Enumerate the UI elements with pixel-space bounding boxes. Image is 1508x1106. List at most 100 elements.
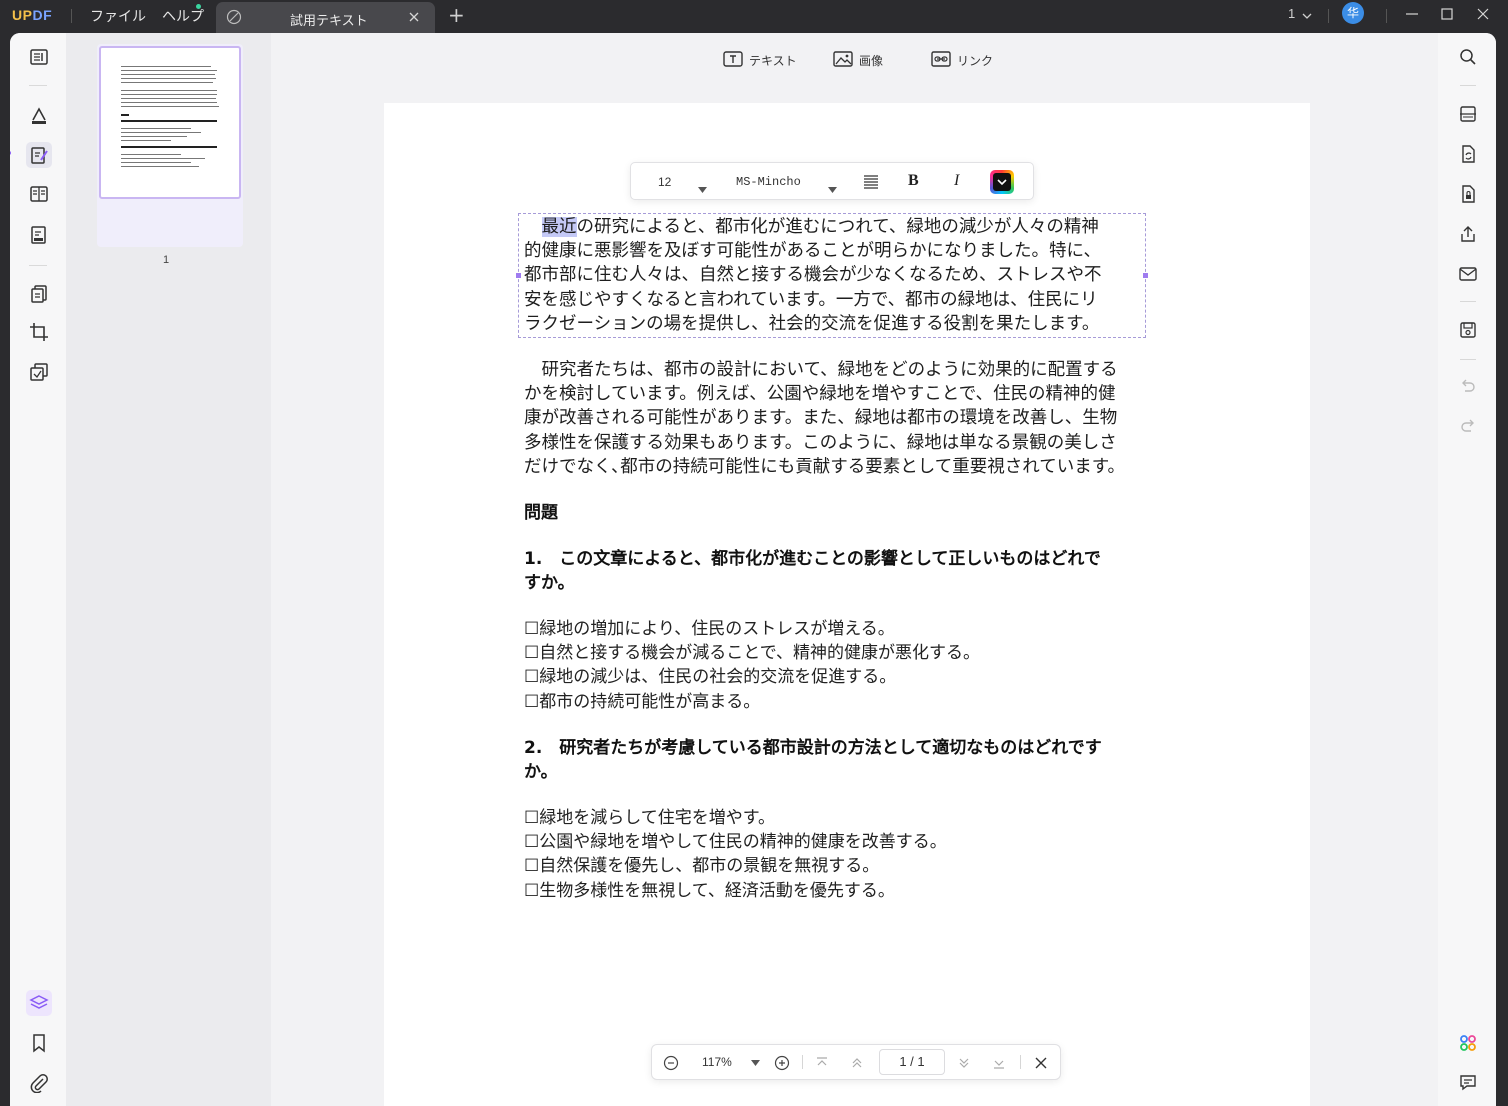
thumbnail-text-line [121, 158, 205, 159]
email-icon[interactable] [1457, 263, 1479, 285]
thumbnail-text-line [121, 94, 217, 95]
protect-icon[interactable] [26, 359, 52, 385]
title-divider [1328, 9, 1329, 23]
text-color-picker[interactable] [990, 170, 1014, 194]
thumbnail-text-line [121, 66, 211, 67]
rail-divider [1460, 85, 1476, 86]
image-tool-icon [833, 50, 853, 71]
font-family-select[interactable]: MS-Mincho [736, 175, 801, 189]
nav-divider [802, 1055, 803, 1069]
paragraph-line: 研究者たちは、都市の設計において、緑地をどのように効果的に配置する [524, 360, 1118, 380]
thumbnail-text-line [121, 70, 217, 71]
paragraph-line: だけでなく､都市の持続可能性にも貢献する要素として重要視されています。 [524, 456, 1125, 477]
add-image-button[interactable]: 画像 [833, 49, 883, 71]
page-navigation-bar: 117% 1 / 1 [651, 1044, 1061, 1080]
selected-text: 最近 [541, 217, 577, 237]
close-nav-icon[interactable] [1032, 1054, 1050, 1072]
fill-sign-icon[interactable] [26, 222, 52, 248]
menu-file[interactable]: ファイル [90, 6, 146, 26]
paragraph-line: 多様性を保護する効果もあります。このように、緑地は単なる景観の美しさ [524, 432, 1117, 453]
new-tab-button[interactable]: + [448, 5, 465, 25]
ai-assistant-icon[interactable] [1457, 1032, 1479, 1054]
thumbnail-text-line [121, 90, 217, 91]
next-page-icon[interactable] [955, 1054, 973, 1072]
search-icon[interactable] [1457, 46, 1479, 68]
font-size-select[interactable]: 12 [658, 175, 671, 189]
close-window-icon[interactable] [1473, 5, 1493, 23]
right-tool-rail [1438, 33, 1496, 1106]
share-icon[interactable] [1457, 223, 1479, 245]
add-text-button[interactable]: テキスト [723, 49, 797, 71]
paragraph-line: 的健康に悪影響を及ぼす可能性があることが明らかになりました。特に、 [524, 241, 1101, 262]
menu-help[interactable]: ヘルプ [162, 6, 204, 26]
page-number-input[interactable]: 1 / 1 [879, 1049, 945, 1075]
tab-close-icon[interactable] [406, 9, 422, 25]
first-page-icon[interactable] [813, 1054, 831, 1072]
italic-button[interactable]: I [954, 172, 959, 190]
protect-pdf-icon[interactable] [1457, 183, 1479, 205]
last-page-icon[interactable] [990, 1054, 1008, 1072]
thumbnail-page-number: 1 [163, 254, 170, 266]
font-family-dropdown-icon[interactable] [828, 178, 837, 197]
page-layout-icon[interactable] [26, 181, 52, 207]
thumbnail-text-line [121, 78, 216, 79]
crop-icon[interactable] [26, 319, 52, 345]
layers-icon[interactable] [26, 990, 52, 1016]
left-tool-rail [10, 33, 66, 1106]
comment-tool-icon[interactable] [26, 103, 52, 129]
bold-button[interactable]: B [908, 172, 919, 190]
rail-divider [29, 265, 47, 266]
thumbnail-text-line [121, 82, 213, 83]
maximize-icon[interactable] [1437, 5, 1457, 23]
resize-handle-right[interactable] [1143, 273, 1148, 278]
convert-pdf-icon[interactable] [1457, 143, 1479, 165]
title-bar: UPDF ファイル ヘルプ 試用テキスト + 1 华 [0, 0, 1508, 33]
zoom-dropdown-icon[interactable] [746, 1054, 764, 1072]
font-size-dropdown-icon[interactable] [698, 178, 707, 197]
text-align-icon[interactable] [863, 174, 879, 193]
paragraph-line: 最近の研究によると、都市化が進むにつれて、緑地の減少が人々の精神 [524, 215, 1102, 239]
image-tool-label: 画像 [859, 53, 884, 68]
comments-icon[interactable] [1457, 1071, 1479, 1093]
edit-pdf-icon[interactable] [26, 142, 52, 168]
redo-icon[interactable] [1457, 416, 1479, 438]
question-2[interactable]: 2. 研究者たちが考慮している都市設計の方法として適切なものはどれです か。 [524, 736, 1102, 784]
zoom-level[interactable]: 117% [702, 1055, 732, 1069]
save-icon[interactable] [1457, 319, 1479, 341]
chevron-down-icon[interactable] [1301, 7, 1313, 26]
question-2-options[interactable]: ☐緑地を減らして住宅を増やす。 ☐公園や緑地を増やして住民の精神的健康を改善する… [524, 806, 947, 903]
option-item: ☐生物多様性を無視して、経済活動を優先する。 [524, 880, 895, 901]
zoom-in-icon[interactable] [773, 1054, 791, 1072]
thumbnail-text-line [121, 98, 216, 99]
thumbnail-text-line [121, 162, 191, 163]
thumbnail-text-line [121, 140, 171, 141]
resize-handle-left[interactable] [516, 273, 521, 278]
paragraph-2[interactable]: 研究者たちは、都市の設計において、緑地をどのように効果的に配置する かを検討して… [524, 358, 1125, 479]
add-link-button[interactable]: リンク [931, 49, 993, 71]
ocr-icon[interactable] [1457, 103, 1479, 125]
minimize-icon[interactable] [1402, 5, 1422, 23]
organize-pages-icon[interactable] [26, 281, 52, 307]
document-tab[interactable]: 試用テキスト [216, 2, 435, 33]
attachment-icon[interactable] [26, 1070, 52, 1096]
zoom-out-icon[interactable] [662, 1054, 680, 1072]
paragraph-line: 康が改善される可能性があります。また、緑地は都市の環境を改善し、生物 [524, 408, 1118, 429]
thumbnail-text-line [121, 128, 191, 129]
section-heading[interactable]: 問題 [524, 501, 558, 525]
user-avatar[interactable]: 华 [1342, 2, 1364, 24]
title-divider [1386, 9, 1387, 23]
question-1-options[interactable]: ☐緑地の増加により、住民のストレスが増える。 ☐自然と接する機会が減ることで、精… [524, 617, 980, 714]
bookmark-icon[interactable] [26, 1030, 52, 1056]
paragraph-1[interactable]: 最近の研究によると、都市化が進むにつれて、緑地の減少が人々の精神 的健康に悪影響… [524, 215, 1102, 336]
color-swatch [993, 173, 1011, 191]
previous-page-icon[interactable] [848, 1054, 866, 1072]
option-item: ☐自然と接する機会が減ることで、精神的健康が悪化する。 [524, 643, 981, 664]
thumbnail-text-line [121, 132, 201, 133]
page-thumbnail[interactable] [97, 44, 243, 247]
undo-icon[interactable] [1457, 376, 1479, 398]
question-1[interactable]: 1. この文章によると、都市化が進むことの影響として正しいものはどれで すか。 [524, 547, 1101, 595]
reader-mode-icon[interactable] [26, 44, 52, 70]
paragraph-line: ラクゼーションの場を提供し、社会的交流を促進する役割を果たします。 [524, 313, 1100, 334]
question-line: 2. 研究者たちが考慮している都市設計の方法として適切なものはどれです [524, 738, 1102, 758]
window-count[interactable]: 1 [1288, 6, 1295, 21]
